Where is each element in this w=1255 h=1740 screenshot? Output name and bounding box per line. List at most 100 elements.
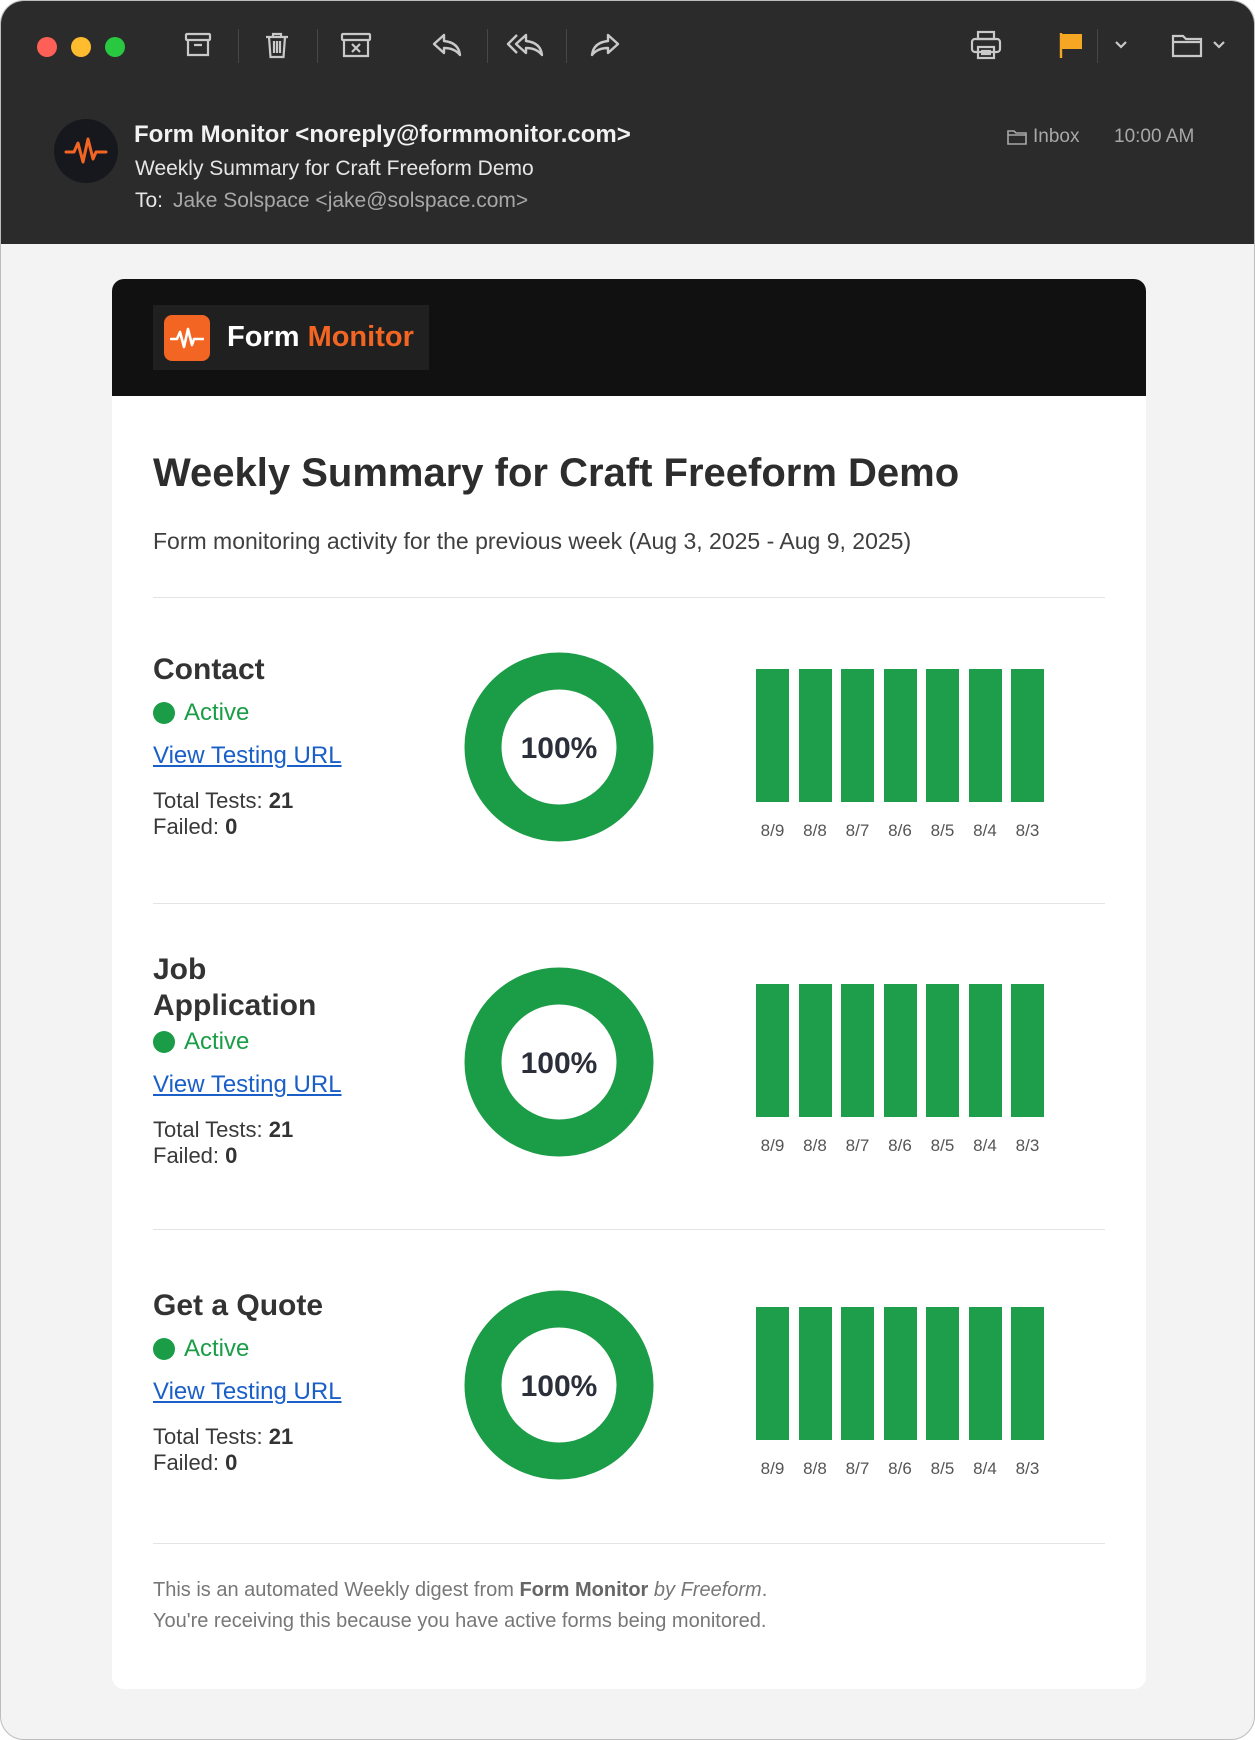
total-tests: Total Tests: 21 [153, 788, 293, 814]
test-run-cell [756, 984, 789, 1029]
to-label: To: [135, 189, 164, 212]
test-run-cell [756, 1072, 789, 1117]
junk-icon[interactable] [336, 25, 376, 65]
test-run-cell [968, 713, 1002, 758]
failed-value: 0 [225, 1450, 238, 1475]
toolbar [1, 1, 1254, 93]
test-run-cell [1011, 757, 1044, 802]
day-label: 8/4 [973, 821, 997, 840]
move-menu-chevron-down-icon[interactable] [1201, 25, 1237, 65]
test-run-cell [841, 669, 874, 714]
status-label: Active [184, 1335, 250, 1362]
email-brand-bar: Form Monitor [112, 279, 1146, 396]
trash-icon[interactable] [257, 25, 297, 65]
day-label: 8/7 [845, 821, 870, 840]
mailbox-name: Inbox [1033, 126, 1080, 147]
daily-results-grid: 8/9 8/8 8/7 8/6 8/5 8/4 8/3 [756, 1307, 1076, 1482]
zoom-window-button[interactable] [105, 37, 125, 57]
total-tests-value: 21 [268, 788, 294, 813]
test-run-cell [756, 1028, 789, 1073]
test-run-cell [756, 1351, 789, 1396]
message-header: Form Monitor <noreply@formmonitor.com> W… [1, 101, 1254, 244]
brand-word-form: Form [227, 321, 300, 353]
total-tests-label: Total Tests: [153, 788, 263, 813]
failed-tests: Failed: 0 [153, 1450, 237, 1476]
minimize-window-button[interactable] [71, 37, 91, 57]
total-tests: Total Tests: 21 [153, 1424, 293, 1450]
day-label: 8/7 [845, 1459, 870, 1478]
summary-title: Weekly Summary for Craft Freeform Demo [153, 451, 960, 495]
message-subject: Weekly Summary for Craft Freeform Demo [135, 157, 534, 180]
test-run-cell [883, 1395, 917, 1440]
test-run-cell [756, 1395, 789, 1440]
day-label: 8/9 [760, 1459, 785, 1478]
success-rate-label: 100% [521, 1047, 598, 1080]
status-dot-icon [153, 1338, 175, 1360]
form-name: Job Application [153, 953, 317, 1022]
form-summary: Contact Active View Testing URL Total Te… [153, 597, 1105, 903]
mailbox-indicator[interactable]: Inbox [1007, 126, 1079, 148]
test-run-cell [926, 1072, 959, 1117]
failed-tests: Failed: 0 [153, 1143, 237, 1169]
failed-tests: Failed: 0 [153, 814, 237, 840]
test-run-cell [798, 1072, 832, 1117]
sender[interactable]: Form Monitor <noreply@formmonitor.com> [134, 121, 631, 149]
reply-all-icon[interactable] [506, 25, 546, 65]
test-run-cell [1011, 1072, 1044, 1117]
print-icon[interactable] [966, 25, 1006, 65]
recipient[interactable]: Jake Solspace <jake@solspace.com> [173, 189, 528, 212]
reply-icon[interactable] [427, 25, 467, 65]
day-label: 8/7 [845, 1136, 870, 1155]
view-testing-url-link[interactable]: View Testing URL [153, 1378, 342, 1406]
total-tests-value: 21 [268, 1424, 294, 1449]
test-run-cell [883, 1028, 917, 1073]
form-summary: Get a Quote Active View Testing URL Tota… [153, 1229, 1105, 1543]
total-tests: Total Tests: 21 [153, 1117, 293, 1143]
email-footer: This is an automated Weekly digest from … [153, 1575, 767, 1637]
status-label: Active [184, 1028, 250, 1055]
flag-icon[interactable] [1051, 25, 1091, 65]
pulse-icon [64, 137, 108, 164]
test-run-cell [926, 669, 959, 714]
mail-window: Form Monitor <noreply@formmonitor.com> W… [0, 0, 1255, 1740]
test-run-cell [798, 669, 832, 714]
success-rate-donut: 100% [464, 1290, 654, 1480]
failed-label: Failed: [153, 814, 220, 839]
sender-avatar [54, 119, 118, 183]
day-label: 8/3 [1015, 821, 1040, 840]
test-run-cell [841, 1351, 874, 1396]
test-run-cell [883, 984, 917, 1029]
recipient-line: To: Jake Solspace <jake@solspace.com> [135, 189, 528, 213]
total-tests-label: Total Tests: [153, 1424, 263, 1449]
daily-results-grid: 8/9 8/8 8/7 8/6 8/5 8/4 8/3 [756, 669, 1076, 844]
footer-line-2: You're receiving this because you have a… [153, 1610, 767, 1632]
status-label: Active [184, 699, 250, 726]
close-window-button[interactable] [37, 37, 57, 57]
day-label: 8/5 [930, 821, 955, 840]
brand-word-monitor: Monitor [307, 321, 414, 353]
form-name: Get a Quote [153, 1289, 324, 1322]
day-label: 8/8 [803, 821, 827, 840]
archive-icon[interactable] [178, 25, 218, 65]
day-label: 8/9 [760, 1136, 785, 1155]
message-header-area: Form Monitor <noreply@formmonitor.com> W… [1, 1, 1254, 244]
day-label: 8/9 [760, 821, 785, 840]
day-label: 8/8 [803, 1459, 827, 1478]
forward-icon[interactable] [585, 25, 625, 65]
test-run-cell [926, 984, 959, 1029]
test-run-cell [926, 713, 959, 758]
footer-by: by Freeform [653, 1579, 762, 1601]
day-label: 8/3 [1015, 1459, 1040, 1478]
failed-label: Failed: [153, 1450, 220, 1475]
flag-menu-chevron-down-icon[interactable] [1103, 25, 1139, 65]
test-run-cell [798, 757, 832, 802]
test-run-cell [1011, 669, 1044, 714]
view-testing-url-link[interactable]: View Testing URL [153, 742, 342, 770]
form-status: Active [153, 699, 249, 727]
email-body: Form Monitor Weekly Summary for Craft Fr… [112, 279, 1146, 1689]
test-run-cell [841, 1307, 874, 1352]
view-testing-url-link[interactable]: View Testing URL [153, 1071, 342, 1099]
footer-brand: Form Monitor [519, 1579, 649, 1601]
folder-icon [1007, 130, 1027, 145]
test-run-cell [841, 984, 874, 1029]
